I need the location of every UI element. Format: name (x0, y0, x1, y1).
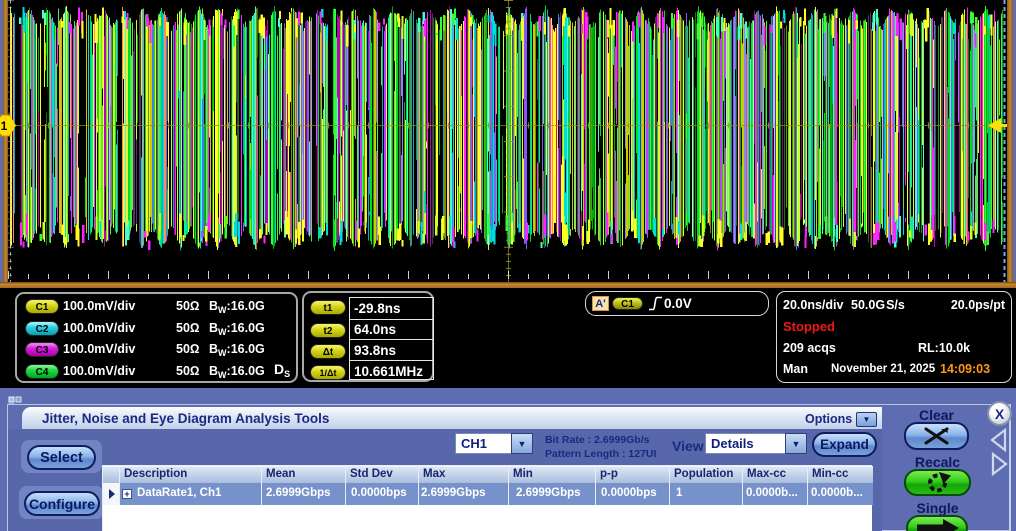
svg-text:1: 1 (1, 119, 8, 133)
